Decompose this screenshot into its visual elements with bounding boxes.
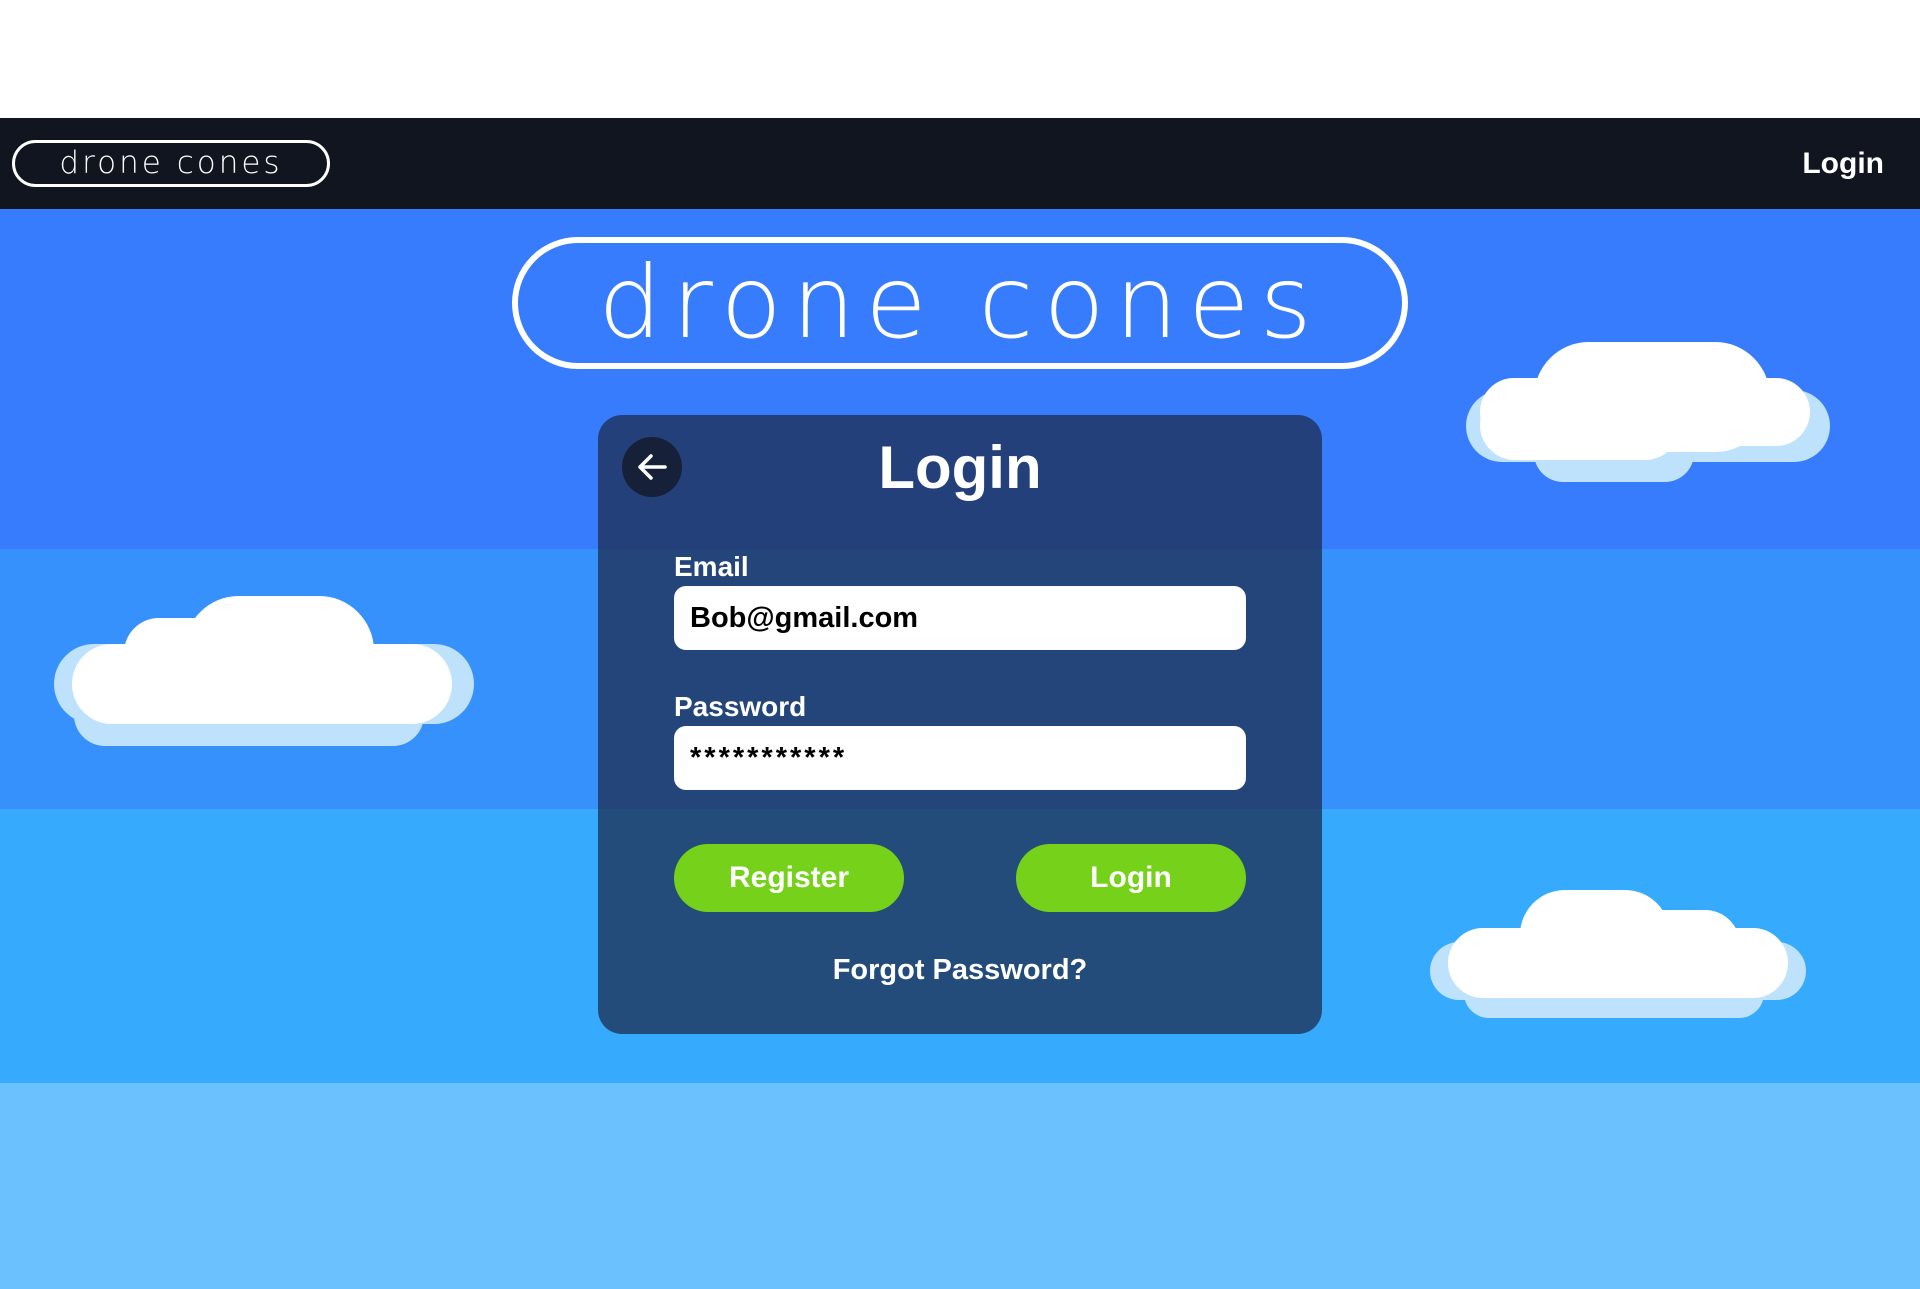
login-title: Login <box>878 434 1042 501</box>
nav-login-link[interactable]: Login <box>1802 144 1884 184</box>
nav-logo-text: drone cones <box>59 145 283 181</box>
login-button[interactable]: Login <box>1016 844 1246 912</box>
register-button[interactable]: Register <box>674 844 904 912</box>
cloud-top-right <box>1466 342 1830 482</box>
top-blank-area <box>0 0 1920 118</box>
cloud-left <box>54 596 474 746</box>
sky-band-4 <box>0 1083 1920 1289</box>
password-field[interactable]: *********** <box>674 726 1246 790</box>
navbar: drone cones Login <box>0 118 1920 209</box>
login-panel: Login Email Bob@gmail.com Password *****… <box>598 415 1322 1034</box>
password-value: *********** <box>690 741 848 774</box>
email-value: Bob@gmail.com <box>690 601 919 634</box>
cloud-bottom-right <box>1430 890 1806 1018</box>
nav-logo[interactable]: drone cones <box>12 140 330 187</box>
hero-logo-text: drone cones <box>598 244 1322 361</box>
forgot-password-link[interactable]: Forgot Password? <box>598 952 1322 988</box>
email-label: Email <box>674 551 749 582</box>
email-field[interactable]: Bob@gmail.com <box>674 586 1246 650</box>
hero-logo: drone cones <box>512 237 1408 369</box>
password-label: Password <box>674 691 807 722</box>
